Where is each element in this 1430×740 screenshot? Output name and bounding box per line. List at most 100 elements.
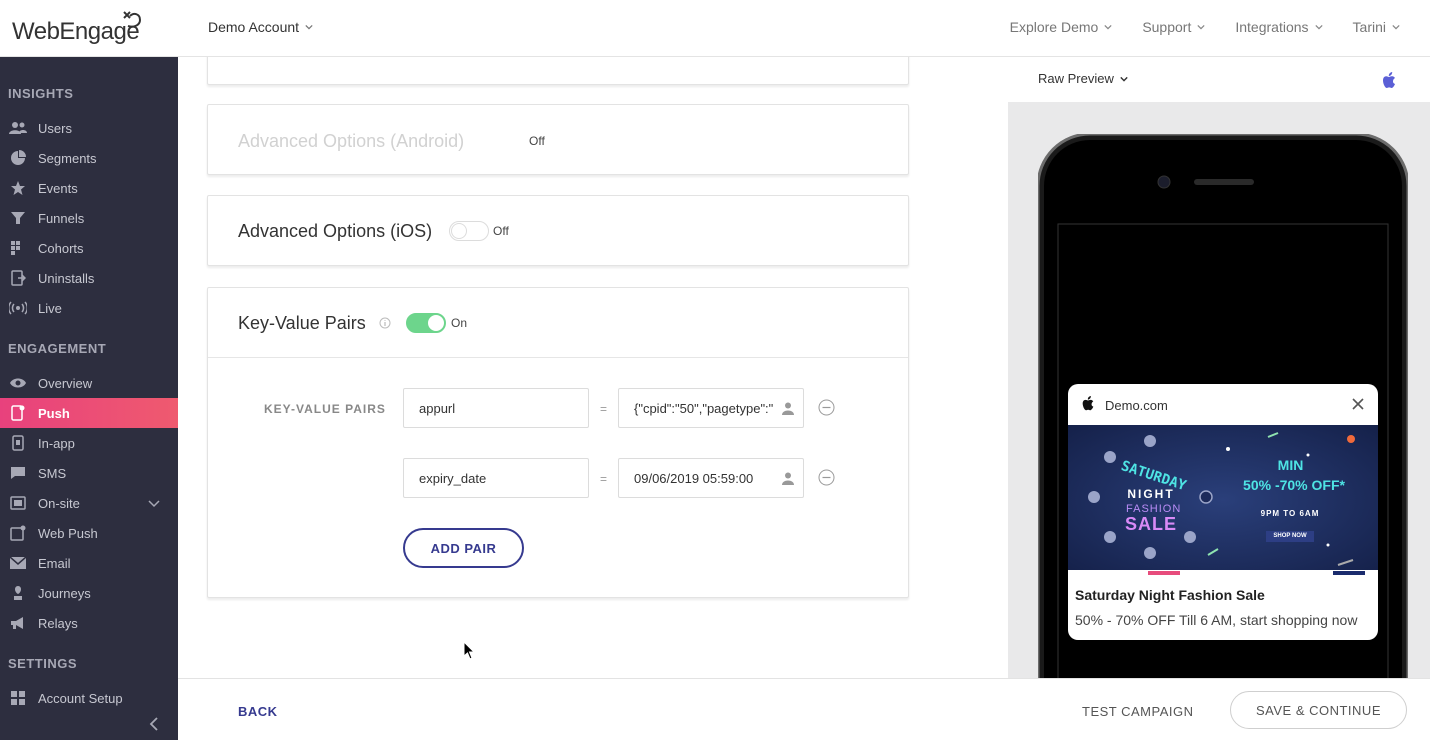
- notification-title: Saturday Night Fashion Sale: [1075, 587, 1265, 603]
- toggle-knob: [428, 315, 444, 331]
- sidebar-item-label: In-app: [38, 435, 75, 451]
- nav-label: Integrations: [1235, 19, 1309, 35]
- sidebar-item-account-setup[interactable]: Account Setup: [0, 683, 178, 713]
- inapp-icon: [8, 433, 28, 453]
- apple-icon[interactable]: [1380, 71, 1398, 91]
- kv-pairs-title: Key-Value Pairs: [238, 313, 366, 333]
- sidebar-item-push[interactable]: Push: [0, 398, 178, 428]
- journeys-icon: [8, 583, 28, 603]
- sidebar-item-funnels[interactable]: Funnels: [0, 203, 178, 233]
- kv-toggle-label: On: [451, 316, 468, 330]
- android-toggle-label: Off: [529, 134, 545, 148]
- nav-integrations[interactable]: Integrations: [1235, 19, 1323, 35]
- chevron-down-icon: [1104, 24, 1112, 30]
- sidebar-item-sms[interactable]: SMS: [0, 458, 178, 488]
- nav-support[interactable]: Support: [1142, 19, 1205, 35]
- sidebar-item-label: Account Setup: [38, 690, 123, 706]
- section-title-insights: INSIGHTS: [8, 86, 74, 101]
- ios-toggle-label: Off: [493, 224, 509, 238]
- webengage-logo[interactable]: WebEngage: [12, 8, 142, 48]
- nav-user-menu[interactable]: Tarini: [1353, 19, 1400, 35]
- live-icon: [8, 298, 28, 318]
- sidebar-item-label: Cohorts: [38, 240, 84, 256]
- toggle-knob: [451, 223, 467, 239]
- sidebar-item-on-site[interactable]: On-site: [0, 488, 178, 518]
- add-pair-button[interactable]: ADD PAIR: [403, 528, 524, 568]
- ios-options-toggle[interactable]: [449, 221, 489, 241]
- save-continue-button[interactable]: SAVE & CONTINUE: [1230, 691, 1407, 729]
- test-campaign-button[interactable]: TEST CAMPAIGN: [1082, 704, 1193, 719]
- grid-icon: [8, 688, 28, 708]
- kv-section-label: KEY-VALUE PAIRS: [264, 402, 386, 416]
- push-icon: [8, 403, 28, 423]
- notification-banner-image: SATURDAY NIGHT FASHION SALE MIN 50% -70%…: [1068, 425, 1378, 575]
- sidebar-item-label: Live: [38, 300, 62, 316]
- sidebar-item-overview[interactable]: Overview: [0, 368, 178, 398]
- banner-text-discount: 50% -70% OFF*: [1243, 477, 1345, 493]
- equals-sign: =: [600, 472, 608, 486]
- mouse-cursor-icon: [463, 641, 476, 660]
- banner-text-sale: SALE: [1124, 514, 1177, 534]
- sidebar-item-cohorts[interactable]: Cohorts: [0, 233, 178, 263]
- equals-sign: =: [600, 402, 608, 416]
- sms-icon: [8, 463, 28, 483]
- webpush-icon: [8, 523, 28, 543]
- banner-graphic: [1068, 425, 1378, 575]
- sidebar-item-events[interactable]: Events: [0, 173, 178, 203]
- sidebar-item-label: Relays: [38, 615, 78, 631]
- top-bar: WebEngage Demo Account Explore Demo Supp…: [0, 0, 1430, 57]
- collapse-sidebar-icon[interactable]: [146, 716, 162, 732]
- nav-label: Support: [1142, 19, 1192, 35]
- sidebar-item-relays[interactable]: Relays: [0, 608, 178, 638]
- back-button[interactable]: BACK: [238, 704, 278, 719]
- key-value-pairs-card: Key-Value Pairs On KEY-VALUE PAIRS appur…: [207, 287, 909, 598]
- remove-pair-icon[interactable]: [818, 399, 835, 416]
- eye-icon: [8, 373, 28, 393]
- uninstall-icon: [8, 268, 28, 288]
- sidebar-item-label: Web Push: [38, 525, 98, 541]
- kv-key-value: appurl: [419, 400, 456, 416]
- remove-pair-icon[interactable]: [818, 469, 835, 486]
- kv-key-input[interactable]: appurl: [403, 388, 589, 428]
- top-nav: Explore Demo Support Integrations Tarini: [1010, 19, 1430, 35]
- sidebar-item-segments[interactable]: Segments: [0, 143, 178, 173]
- close-icon[interactable]: [1352, 398, 1364, 410]
- info-icon[interactable]: [379, 317, 391, 329]
- pie-icon: [8, 148, 28, 168]
- email-icon: [8, 553, 28, 573]
- user-icon[interactable]: [781, 401, 795, 415]
- sidebar-item-label: Users: [38, 120, 72, 136]
- sidebar-item-label: Push: [38, 405, 70, 421]
- kv-value-input[interactable]: 09/06/2019 05:59:00: [618, 458, 804, 498]
- chevron-down-icon[interactable]: [148, 497, 160, 509]
- kv-value-input[interactable]: {"cpid":"50","pagetype":": [618, 388, 804, 428]
- sidebar-item-journeys[interactable]: Journeys: [0, 578, 178, 608]
- chevron-down-icon: [305, 24, 313, 30]
- sidebar-item-label: Segments: [38, 150, 97, 166]
- sidebar-item-label: Funnels: [38, 210, 85, 226]
- sidebar-item-live[interactable]: Live: [0, 293, 178, 323]
- banner-shop-now: SHOP NOW: [1266, 531, 1314, 542]
- nav-explore-demo[interactable]: Explore Demo: [1010, 19, 1113, 35]
- section-title-engagement: ENGAGEMENT: [8, 341, 107, 356]
- relays-icon: [8, 613, 28, 633]
- sidebar-item-uninstalls[interactable]: Uninstalls: [0, 263, 178, 293]
- android-options-card[interactable]: Advanced Options (Android) Off: [207, 104, 909, 175]
- sidebar-item-users[interactable]: Users: [0, 113, 178, 143]
- kv-key-input[interactable]: expiry_date: [403, 458, 589, 498]
- sidebar-item-web-push[interactable]: Web Push: [0, 518, 178, 548]
- footer-bar: BACK TEST CAMPAIGN SAVE & CONTINUE: [178, 678, 1430, 740]
- sidebar-item-email[interactable]: Email: [0, 548, 178, 578]
- user-icon[interactable]: [781, 471, 795, 485]
- kv-value-text: {"cpid":"50","pagetype":": [634, 400, 774, 416]
- preview-mode-dropdown[interactable]: Raw Preview: [1038, 71, 1128, 86]
- card-divider: [208, 357, 908, 358]
- previous-card: [207, 57, 909, 85]
- android-options-title: Advanced Options (Android): [238, 131, 465, 151]
- nav-label: Tarini: [1352, 19, 1386, 35]
- star-icon: [8, 178, 28, 198]
- sidebar-item-in-app[interactable]: In-app: [0, 428, 178, 458]
- account-switcher[interactable]: Demo Account: [208, 19, 313, 35]
- ios-options-title: Advanced Options (iOS): [238, 221, 433, 241]
- kv-pairs-toggle[interactable]: [406, 313, 446, 333]
